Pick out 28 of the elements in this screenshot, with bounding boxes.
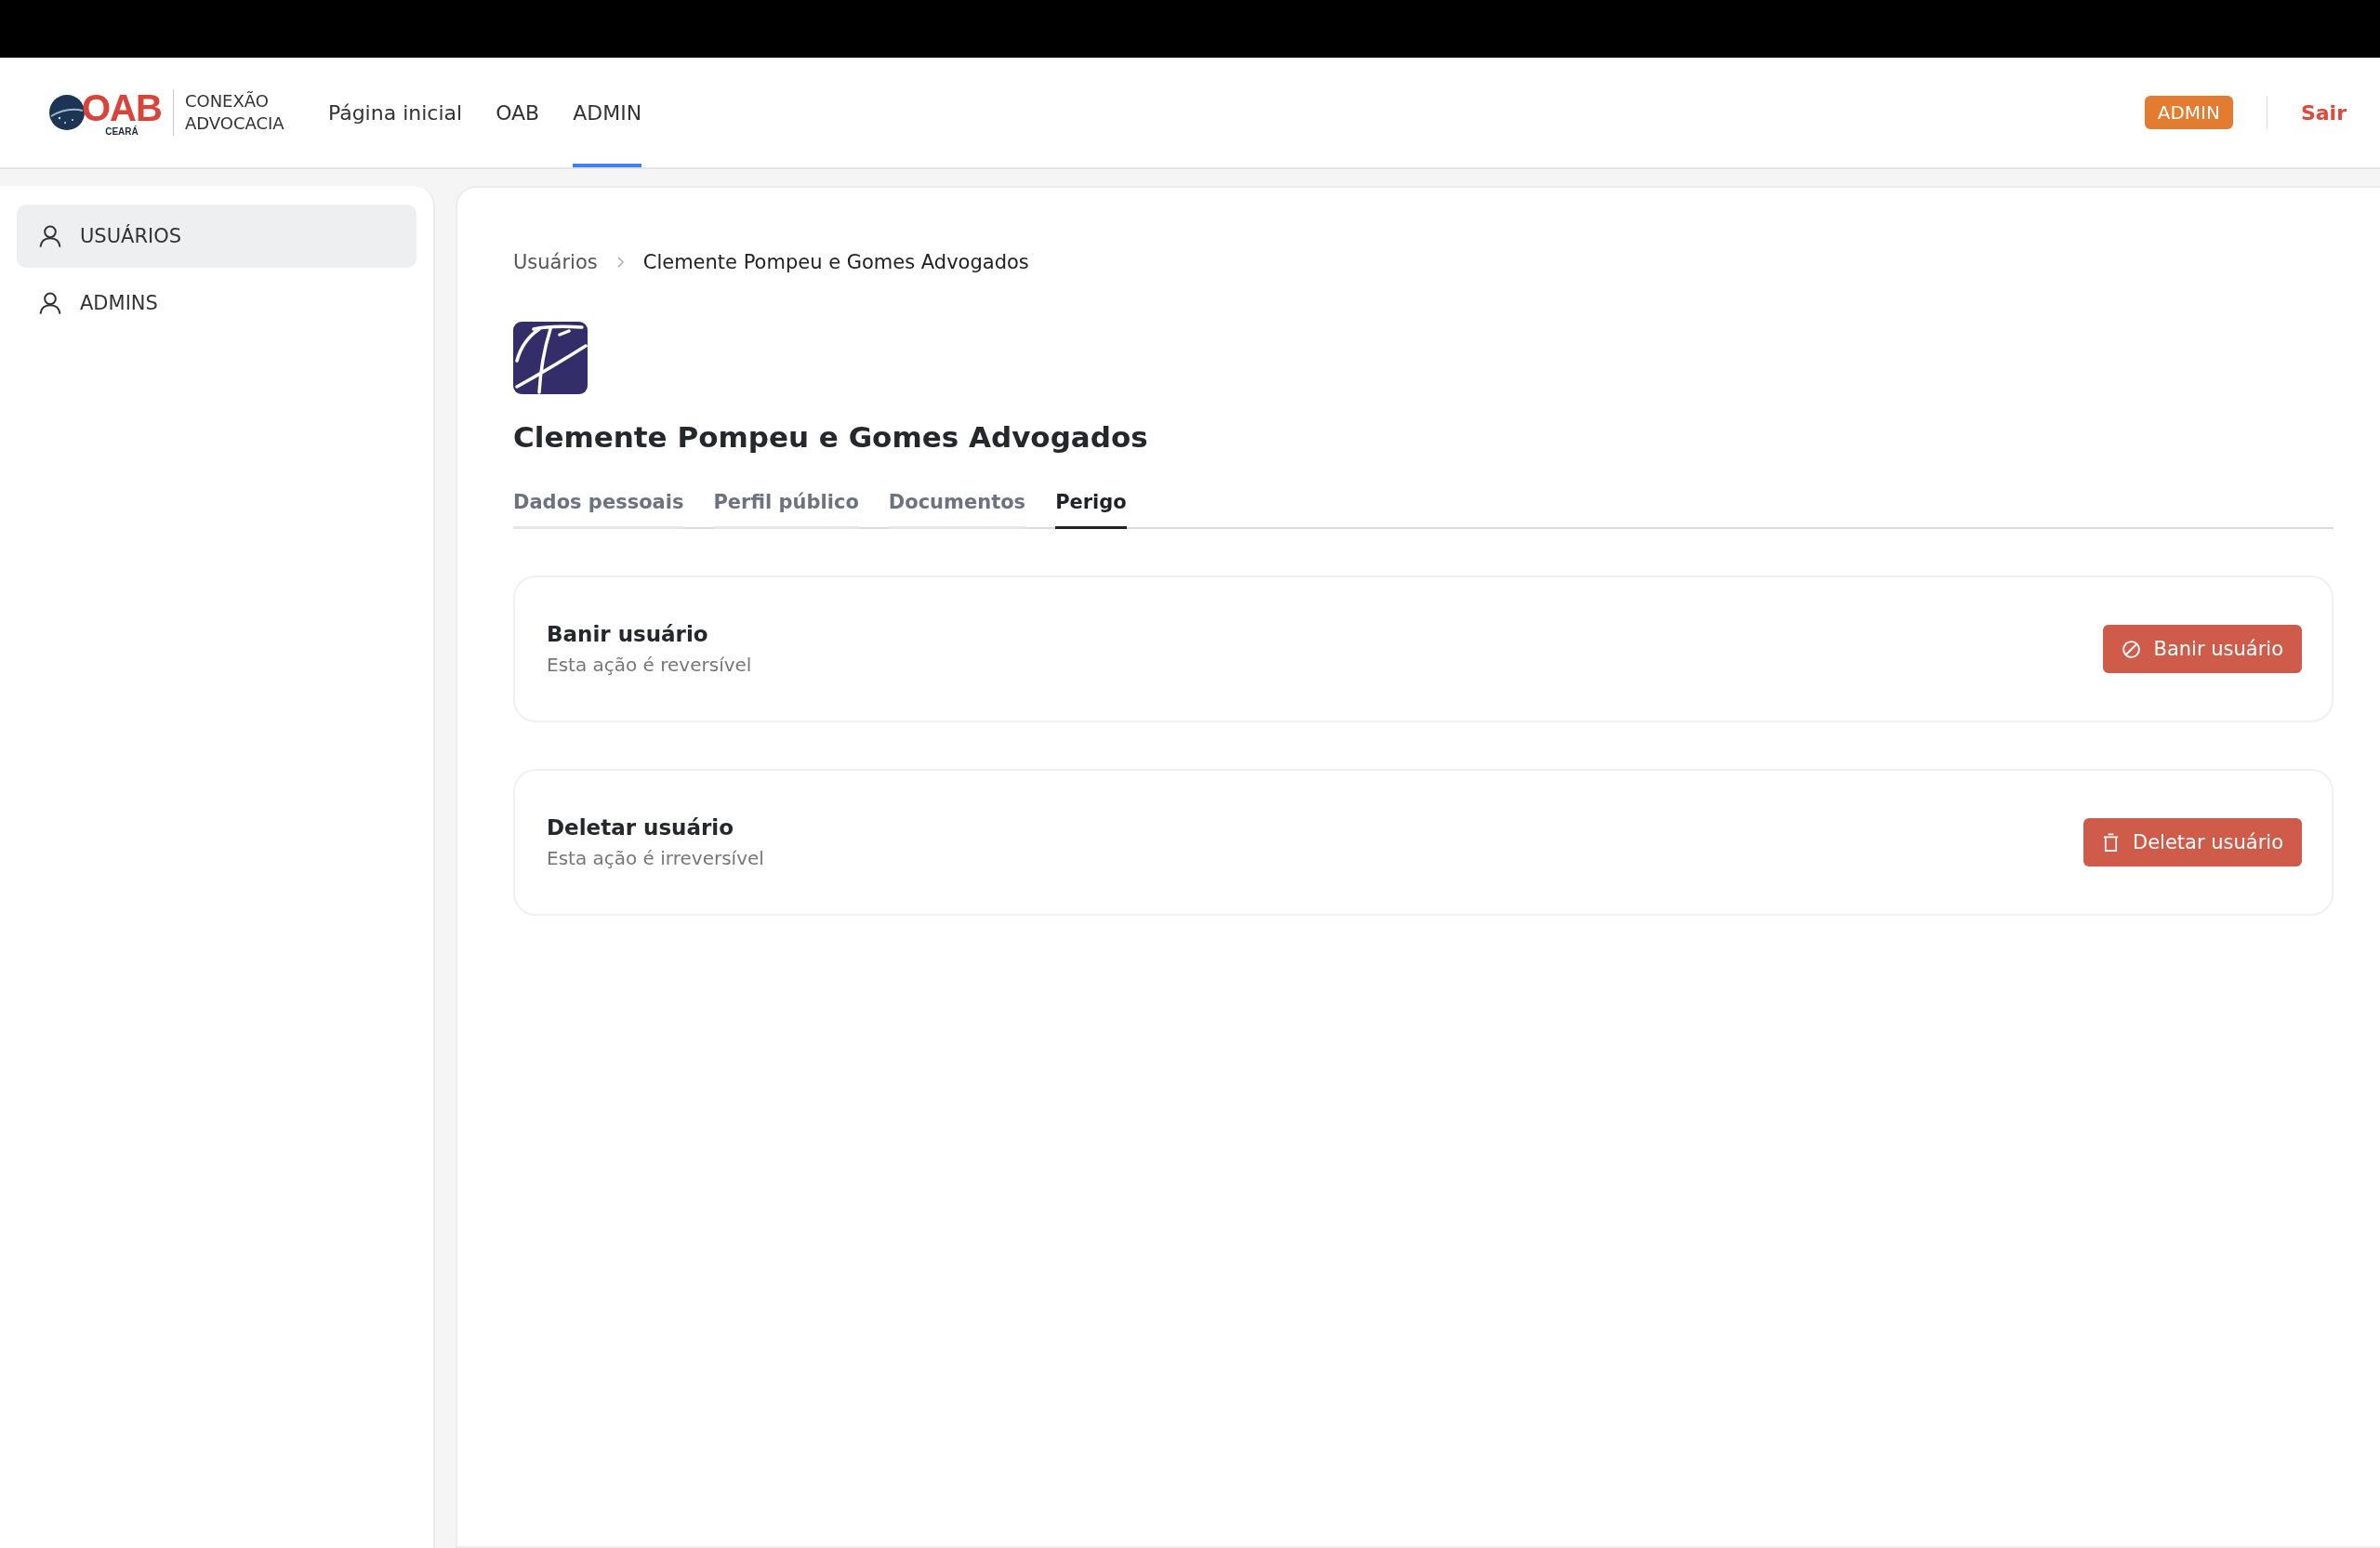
action-description: Esta ação é irreversível (547, 847, 764, 869)
breadcrumb-link[interactable]: Usuários (513, 251, 598, 273)
brand-name: CONEXÃO ADVOCACIA (184, 90, 285, 135)
profile-name: Clemente Pompeu e Gomes Advogados (513, 420, 1149, 454)
tab[interactable]: Documentos (888, 491, 1026, 529)
action-title: Deletar usuário (547, 815, 735, 840)
tab[interactable]: Perfil público (713, 491, 859, 529)
user-icon (37, 223, 63, 249)
logout-link[interactable]: Sair (2300, 100, 2347, 125)
breadcrumb-link[interactable]: Clemente Pompeu e Gomes Advogados (642, 251, 1029, 273)
nav-link[interactable]: ADMIN (573, 58, 642, 167)
ban-icon (2121, 639, 2141, 659)
action-description: Esta ação é reversível (547, 654, 752, 676)
action-title: Banir usuário (547, 622, 709, 646)
trash-icon (2102, 832, 2120, 853)
chevron-right-icon (615, 256, 625, 269)
logo-region: CEARÁ (105, 126, 139, 137)
user-icon (37, 290, 63, 316)
tab[interactable]: Perigo (1055, 491, 1127, 529)
logo-wordmark: OAB (82, 88, 162, 126)
danger-button[interactable]: Banir usuário (2102, 625, 2302, 673)
sidebar-item[interactable]: ADMINS (17, 271, 416, 335)
danger-button[interactable]: Deletar usuário (2083, 818, 2302, 867)
nav-link[interactable]: Página inicial (327, 58, 463, 167)
nav-link[interactable]: OAB (496, 58, 540, 167)
tab[interactable]: Dados pessoais (513, 491, 684, 529)
sidebar-item[interactable]: USUÁRIOS (17, 205, 416, 268)
role-badge: ADMIN (2144, 96, 2233, 129)
